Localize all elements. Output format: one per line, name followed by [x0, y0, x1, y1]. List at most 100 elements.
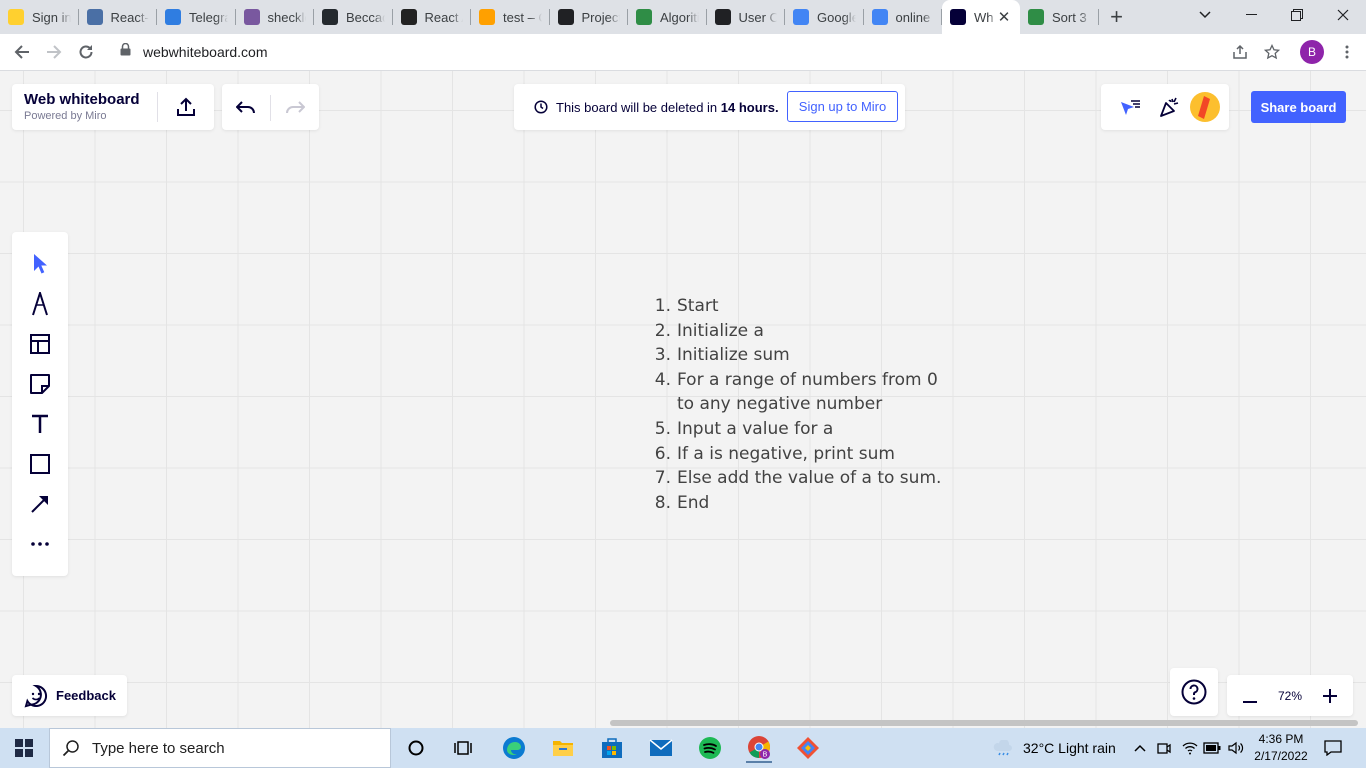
sign-up-to-miro-button[interactable]: Sign up to Miro [787, 91, 898, 122]
celebrate-icon[interactable] [1157, 94, 1183, 120]
reload-icon[interactable] [72, 38, 100, 66]
edge-browser-icon[interactable] [501, 736, 527, 760]
github-icon [322, 9, 338, 25]
forward-arrow-icon[interactable] [40, 38, 68, 66]
restore-button[interactable] [1274, 0, 1320, 30]
chrome-icon[interactable]: B [746, 733, 772, 763]
spotify-icon[interactable] [697, 736, 723, 760]
list-number: 2. [654, 320, 671, 341]
board-subtitle: Powered by Miro [24, 110, 107, 122]
list-number: 7. [654, 468, 671, 489]
taskbar-search-box[interactable]: Type here to search [49, 728, 391, 768]
file-explorer-icon[interactable] [550, 736, 576, 760]
pen-tool-icon[interactable] [26, 290, 54, 318]
address-bar[interactable]: webwhiteboard.com [106, 37, 1291, 67]
cursor-filter-icon[interactable] [1118, 95, 1142, 119]
browser-tab[interactable]: Project [550, 0, 629, 34]
browser-tab[interactable]: Beccad [314, 0, 393, 34]
user-avatar[interactable] [1190, 92, 1220, 122]
taskbar-clock[interactable]: 4:36 PM 2/17/2022 [1250, 731, 1312, 765]
tab-title: sheckle [267, 9, 307, 25]
back-arrow-icon[interactable] [8, 38, 36, 66]
undo-icon[interactable] [234, 96, 258, 120]
text-tool-icon[interactable] [26, 410, 54, 438]
help-button[interactable] [1170, 668, 1218, 716]
list-text: Initialize sum [677, 345, 790, 366]
browser-tab[interactable]: test – C [471, 0, 550, 34]
algorithm-text[interactable]: 1. Start 2. Initialize a 3. Initialize sum 4. F… [645, 294, 946, 515]
template-tool-icon[interactable] [26, 330, 54, 358]
browser-tab[interactable]: React A [393, 0, 472, 34]
horizontal-scrollbar[interactable] [610, 720, 1358, 726]
share-board-button[interactable]: Share board [1251, 91, 1346, 123]
list-number: 8. [654, 492, 671, 513]
board-title[interactable]: Web whiteboard [24, 91, 140, 108]
gdocs-icon [793, 9, 809, 25]
tab-title: React A [424, 9, 464, 25]
list-text: End [677, 492, 710, 513]
share-page-icon[interactable] [1226, 38, 1254, 66]
arrow-tool-icon[interactable] [26, 490, 54, 518]
close-window-button[interactable] [1320, 0, 1366, 30]
tab-title: online [895, 9, 931, 25]
chrome-menu-icon[interactable] [1333, 38, 1361, 66]
search-icon [62, 739, 80, 757]
doc-icon [86, 9, 103, 25]
mail-icon[interactable] [648, 736, 674, 760]
browser-tab[interactable]: sheckle [236, 0, 315, 34]
alx-icon [557, 9, 574, 25]
minimize-button[interactable] [1228, 0, 1274, 30]
list-number: 1. [654, 296, 671, 316]
zoom-out-button[interactable] [1241, 683, 1259, 709]
browser-tab[interactable]: React-S [79, 0, 158, 34]
zoom-level[interactable]: 72% [1278, 689, 1302, 703]
browser-tab[interactable]: online [864, 0, 943, 34]
volume-icon[interactable] [1226, 736, 1246, 760]
close-tab-icon[interactable]: ✕ [996, 8, 1012, 26]
miro-icon [8, 9, 24, 25]
list-item: 5. Input a value for a [645, 417, 946, 442]
feedback-button[interactable]: Feedback [12, 675, 127, 716]
redo-icon[interactable] [283, 96, 307, 120]
list-item: 7. Else add the value of a to sum. [645, 466, 946, 491]
select-tool-icon[interactable] [26, 250, 54, 278]
microsoft-store-icon[interactable] [599, 736, 625, 760]
list-item: 2. Initialize a [645, 319, 946, 344]
browser-tab[interactable]: Telegra [157, 0, 236, 34]
cortana-icon[interactable] [403, 736, 429, 760]
battery-icon[interactable] [1202, 736, 1222, 760]
meet-now-icon[interactable] [1154, 736, 1174, 760]
browser-tab[interactable]: Algoriti [628, 0, 707, 34]
export-upload-icon[interactable] [174, 95, 198, 119]
list-text: For a range of numbers from 0 to any neg… [677, 369, 938, 415]
notifications-icon[interactable] [1320, 736, 1346, 760]
list-item: 3. Initialize sum [645, 343, 946, 368]
new-tab-button[interactable]: + [1099, 0, 1135, 34]
react-icon [400, 9, 417, 25]
shape-tool-icon[interactable] [26, 450, 54, 478]
zoom-in-button[interactable] [1321, 683, 1339, 709]
tab-title: test – C [503, 9, 542, 25]
gfg-icon [1028, 9, 1044, 25]
bookmark-star-icon[interactable] [1258, 38, 1286, 66]
git-kraken-icon[interactable] [795, 736, 821, 760]
browser-tab[interactable]: Google [785, 0, 864, 34]
chevron-up-icon[interactable] [1130, 736, 1150, 760]
sticky-note-tool-icon[interactable] [26, 370, 54, 398]
weather-widget[interactable]: 32°C Light rain [993, 728, 1116, 768]
browser-tab[interactable]: User Co [707, 0, 786, 34]
task-view-icon[interactable] [451, 736, 477, 760]
browser-tab[interactable]: Sort 3 [1020, 0, 1099, 34]
tab-search-icon[interactable] [1182, 0, 1228, 30]
list-text: Start [677, 296, 719, 316]
svg-text:B: B [763, 752, 768, 759]
clock-icon [534, 100, 548, 114]
browser-tab[interactable]: Sign in [0, 0, 79, 34]
browser-tab[interactable]: Wh ✕ [942, 0, 1020, 34]
list-item: 4. For a range of numbers from 0 to any n… [645, 368, 946, 417]
wifi-icon[interactable] [1180, 736, 1200, 760]
profile-avatar[interactable]: B [1300, 40, 1324, 64]
windows-start-icon[interactable] [11, 736, 37, 760]
more-tools-icon[interactable] [26, 530, 54, 558]
lock-icon [120, 42, 131, 61]
